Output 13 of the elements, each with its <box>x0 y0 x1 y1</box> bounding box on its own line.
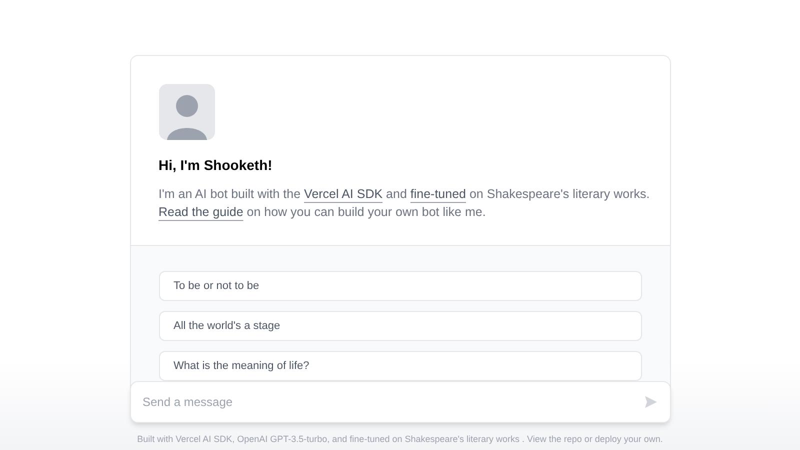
footer-text: Built with Vercel AI SDK, OpenAI GPT-3.5-turbo, and fine-tuned on Shakespeare's literary works . View the repo or deploy your own. <box>137 433 663 446</box>
avatar-placeholder <box>158 84 214 140</box>
example-prompt[interactable]: What is the meaning of life? <box>158 351 642 381</box>
example-prompt[interactable]: To be or not to be <box>158 271 642 301</box>
text-link[interactable]: Vercel AI SDK <box>304 187 383 201</box>
text-link[interactable]: fine-tuned <box>410 187 466 201</box>
intro-text: I'm an AI bot built with the Vercel AI SDK and fine-tuned on Shakespeare's literary works. <box>158 186 650 203</box>
intro-text: Read the guide on how you can build your own bot like me. <box>158 204 486 221</box>
message-input[interactable]: Send a message <box>130 381 670 423</box>
send-icon[interactable] <box>644 396 656 408</box>
intro-title: Hi, I'm Shooketh! <box>158 156 272 175</box>
example-prompt[interactable]: All the world's a stage <box>158 311 642 341</box>
text-link[interactable]: Read the guide <box>158 205 244 219</box>
